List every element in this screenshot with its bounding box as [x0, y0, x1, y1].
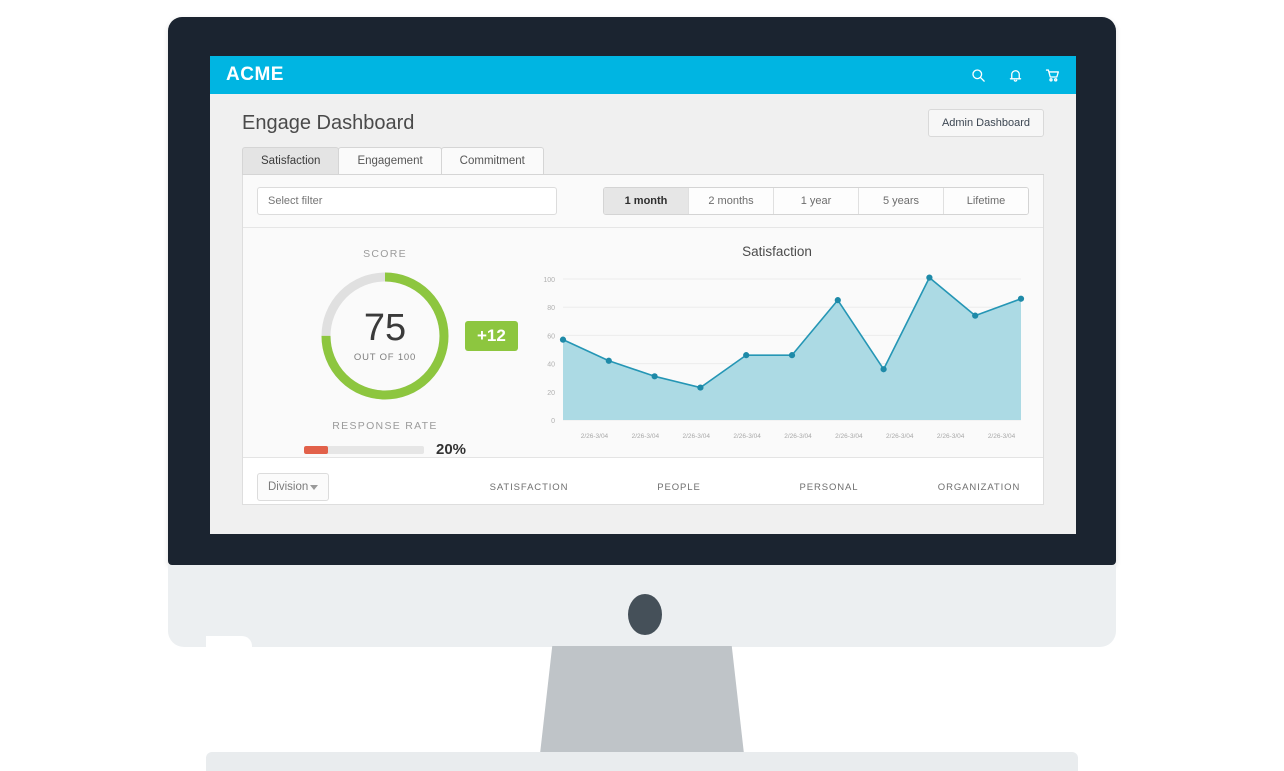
- svg-text:80: 80: [547, 305, 555, 312]
- page-body: Engage Dashboard Admin Dashboard Satisfa…: [210, 94, 1076, 534]
- tab-satisfaction[interactable]: Satisfaction: [242, 147, 340, 174]
- score-gauge: 75 OUT OF 100: [317, 268, 453, 404]
- range-1-month[interactable]: 1 month: [604, 188, 689, 214]
- satisfaction-area-chart: 0 20 40 60 80 100 2/26-3/04 2/26-3/04 2/26-3/04 2…: [527, 269, 1027, 454]
- svg-text:2/26-3/04: 2/26-3/04: [784, 433, 812, 440]
- time-range-segmented-control: 1 month 2 months 1 year 5 years Lifetime: [603, 187, 1029, 215]
- monitor-stand-neck: [540, 646, 744, 754]
- column-headers: SATISFACTION PEOPLE PERSONAL ORGANIZATIO…: [479, 482, 1029, 493]
- tab-bar: Satisfaction Engagement Commitment: [242, 147, 1044, 175]
- score-gauge-center: 75 OUT OF 100: [317, 268, 453, 404]
- screen-content: ACME Engage Dashboard Admin Dashboard Sa…: [210, 56, 1076, 534]
- column-header-organization: ORGANIZATION: [937, 481, 1021, 493]
- svg-text:2/26-3/04: 2/26-3/04: [581, 433, 609, 440]
- tab-engagement[interactable]: Engagement: [338, 147, 442, 174]
- monitor-power-button[interactable]: [628, 594, 662, 635]
- response-rate-value: 20%: [435, 441, 467, 458]
- svg-text:2/26-3/04: 2/26-3/04: [733, 433, 761, 440]
- range-5-years[interactable]: 5 years: [859, 188, 944, 214]
- svg-text:2/26-3/04: 2/26-3/04: [632, 433, 660, 440]
- division-select[interactable]: Division: [257, 473, 329, 501]
- column-header-satisfaction: SATISFACTION: [489, 481, 569, 493]
- page-title: Engage Dashboard: [242, 111, 415, 134]
- response-rate-caption: RESPONSE RATE: [332, 420, 438, 432]
- score-out-of: OUT OF 100: [353, 352, 417, 363]
- division-select-label: Division: [268, 481, 309, 493]
- svg-text:20: 20: [547, 390, 555, 397]
- range-2-months[interactable]: 2 months: [689, 188, 774, 214]
- dashboard-card: 1 month 2 months 1 year 5 years Lifetime…: [242, 175, 1044, 505]
- select-filter-input[interactable]: [257, 187, 557, 215]
- chevron-down-icon: [310, 484, 318, 490]
- search-icon[interactable]: [971, 68, 986, 83]
- range-lifetime[interactable]: Lifetime: [944, 188, 1028, 214]
- score-gauge-wrap: 75 OUT OF 100 +12: [317, 268, 518, 404]
- tab-commitment[interactable]: Commitment: [440, 147, 544, 174]
- app-bar-icons: [971, 68, 1060, 83]
- app-bar: ACME: [210, 56, 1076, 94]
- bell-icon[interactable]: [1008, 68, 1023, 83]
- range-1-year[interactable]: 1 year: [774, 188, 859, 214]
- svg-text:2/26-3/04: 2/26-3/04: [886, 433, 914, 440]
- svg-text:2/26-3/04: 2/26-3/04: [835, 433, 863, 440]
- chart-title: Satisfaction: [742, 244, 812, 259]
- chart-column: Satisfaction 0 20 40 60 80 100 2/26-3/04 2/26-3…: [527, 242, 1043, 447]
- cart-icon[interactable]: [1045, 68, 1060, 83]
- score-caption: SCORE: [363, 248, 407, 260]
- admin-dashboard-button[interactable]: Admin Dashboard: [927, 109, 1044, 137]
- svg-text:0: 0: [551, 418, 555, 425]
- svg-text:2/26-3/04: 2/26-3/04: [988, 433, 1016, 440]
- svg-text:2/26-3/04: 2/26-3/04: [682, 433, 710, 440]
- monitor-stand-base: [206, 752, 1078, 771]
- svg-text:60: 60: [547, 333, 555, 340]
- monitor-stand-notch: [206, 636, 252, 662]
- brand-logo: ACME: [226, 64, 284, 85]
- score-value: 75: [363, 307, 407, 349]
- response-rate-fill: [303, 445, 328, 454]
- column-header-people: PEOPLE: [657, 481, 701, 493]
- column-header-personal: PERSONAL: [799, 481, 859, 493]
- svg-text:2/26-3/04: 2/26-3/04: [937, 433, 965, 440]
- page-header: Engage Dashboard Admin Dashboard: [242, 94, 1044, 138]
- score-delta-badge: +12: [465, 321, 518, 351]
- metrics-panel: SCORE 75 OUT OF 100 +12 RESPONSE RATE 20…: [243, 228, 1043, 458]
- response-rate-row: 20%: [303, 441, 467, 458]
- score-column: SCORE 75 OUT OF 100 +12 RESPONSE RATE 20…: [243, 242, 527, 458]
- bottom-toolbar: Division SATISFACTION PEOPLE PERSONAL OR…: [243, 458, 1043, 504]
- screenshot-scene: ACME Engage Dashboard Admin Dashboard Sa…: [0, 0, 1284, 771]
- svg-text:40: 40: [547, 362, 555, 369]
- svg-text:100: 100: [543, 277, 555, 284]
- filter-toolbar: 1 month 2 months 1 year 5 years Lifetime: [243, 175, 1043, 228]
- response-rate-track: [303, 445, 424, 454]
